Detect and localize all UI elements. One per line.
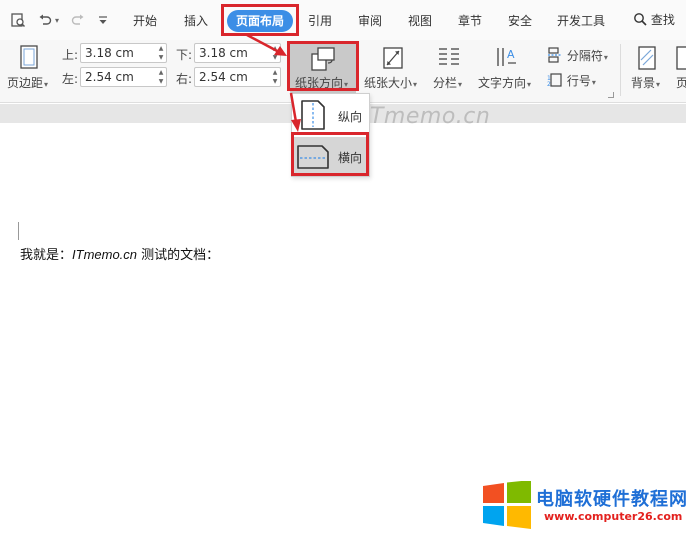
logo-title: 电脑软硬件教程网 <box>536 489 686 510</box>
text-margin-mark <box>18 222 19 240</box>
annotation-arrows <box>246 33 301 132</box>
arrow-line-to-orientation <box>246 33 280 54</box>
arrow-line-to-landscape <box>289 92 298 123</box>
document-body-text[interactable]: 我就是：ITmemo.cn 测试的文档： <box>20 244 219 263</box>
document-suffix: 测试的文档： <box>137 248 220 263</box>
windows-logo-icon <box>483 481 531 529</box>
document-prefix: 我就是： <box>20 248 73 263</box>
document-site: ITmemo.cn <box>72 247 138 262</box>
logo-url: www.computer26.com <box>544 510 683 523</box>
arrow-head-to-landscape <box>291 119 301 132</box>
